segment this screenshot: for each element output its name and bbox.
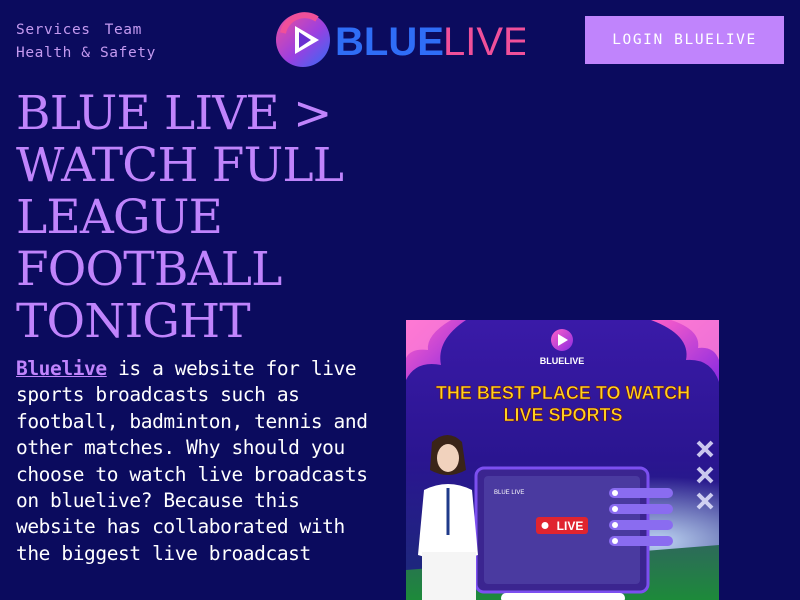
page: Services Team Health & Safety BLUE LIVE L… <box>0 0 800 600</box>
nav-link-health-safety[interactable]: Health & Safety <box>16 45 156 61</box>
page-title: BLUE LIVE > WATCH FULL LEAGUE FOOTBALL T… <box>16 86 344 349</box>
nav-link-services[interactable]: Services <box>16 22 91 38</box>
banner-title-line2: LIVE SPORTS <box>503 405 622 425</box>
svg-text:LIVE: LIVE <box>557 519 584 533</box>
bluelive-logo[interactable]: BLUE LIVE <box>273 11 525 71</box>
screen-logo-text: BLUE LIVE <box>494 490 524 496</box>
login-button[interactable]: LOGIN BLUELIVE <box>585 16 784 64</box>
top-nav: Services Team Health & Safety <box>16 19 256 65</box>
intro-text: is a website for live sports broadcasts … <box>16 357 368 565</box>
banner-title-line1: THE BEST PLACE TO WATCH <box>436 383 690 403</box>
intro-paragraph: Bluelive is a website for live sports br… <box>16 356 388 567</box>
banner-logo-text: BLUELIVE <box>540 356 585 366</box>
logo-text-live: LIVE <box>443 20 525 64</box>
live-badge: LIVE <box>536 517 588 534</box>
logo-text-blue: BLUE <box>335 20 444 64</box>
promo-banner[interactable]: BLUELIVE THE BEST PLACE TO WATCH LIVE SP… <box>406 320 719 600</box>
play-icon <box>276 12 330 67</box>
nav-link-team[interactable]: Team <box>105 22 142 38</box>
banner-search-bar <box>501 593 625 600</box>
bluelive-link[interactable]: Bluelive <box>16 357 107 380</box>
